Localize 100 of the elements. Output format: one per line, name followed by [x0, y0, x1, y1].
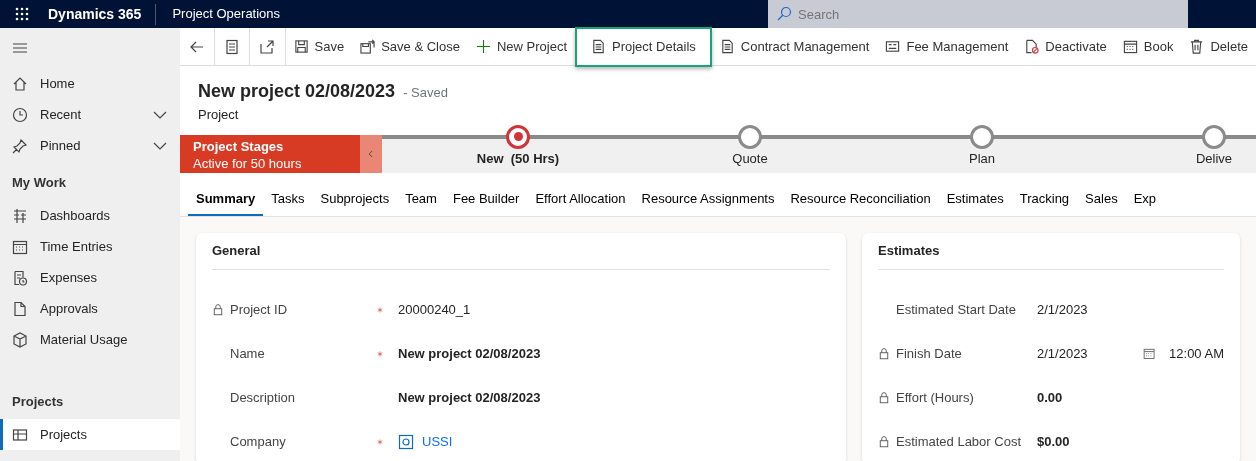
- sidebar-item[interactable]: Home: [0, 68, 180, 99]
- company-icon: [398, 433, 414, 450]
- search-field[interactable]: Search: [768, 0, 1189, 28]
- lock-icon: [878, 347, 890, 360]
- sidebar-item[interactable]: Material Usage: [0, 324, 180, 356]
- command-button[interactable]: Save: [285, 29, 353, 64]
- form-icon: [224, 38, 241, 55]
- cube-icon: [12, 332, 28, 348]
- area-name: Project Operations: [171, 5, 281, 24]
- tab[interactable]: Exp: [1125, 178, 1165, 216]
- sidebar-item[interactable]: Pinned: [0, 130, 180, 161]
- receipt-icon: [12, 270, 28, 286]
- field-label: Estimated Start Date: [895, 300, 1017, 319]
- menu-icon: [12, 40, 28, 56]
- document-icon: [719, 39, 735, 54]
- tab[interactable]: Fee Builder: [444, 178, 528, 216]
- command-button[interactable]: Delete: [1181, 29, 1256, 64]
- calendar-icon: [1122, 39, 1138, 54]
- home-icon: [12, 75, 28, 92]
- dashboard-icon: [12, 208, 28, 224]
- sidebar-item[interactable]: Time Entries: [0, 231, 180, 263]
- calendar-icon: [12, 239, 28, 255]
- required-asterisk-icon: [376, 349, 384, 358]
- trash-icon: [1189, 39, 1205, 54]
- field-value: New project 02/08/2023: [398, 388, 541, 407]
- field-label: Name: [229, 344, 266, 363]
- stage-marker[interactable]: [970, 124, 994, 149]
- sidebar-item[interactable]: Expenses: [0, 262, 180, 294]
- entity-name: Project: [198, 106, 240, 124]
- tab[interactable]: Tracking: [1011, 178, 1078, 216]
- stage-name: Plan: [969, 149, 995, 168]
- calendar-icon: [1142, 346, 1156, 361]
- waffle-menu-icon[interactable]: [14, 6, 30, 22]
- sidebar-item[interactable]: Projects: [0, 419, 180, 450]
- tab[interactable]: Resource Assignments: [633, 178, 783, 216]
- app-name: Dynamics 365: [48, 3, 157, 25]
- stage-duration: Active for 50 hours: [193, 155, 303, 173]
- plus-icon: [475, 39, 491, 54]
- tab[interactable]: Sales: [1077, 178, 1126, 216]
- deactivate-icon: [1024, 39, 1040, 54]
- command-button[interactable]: Deactivate: [1016, 29, 1115, 64]
- field-label: Company: [229, 432, 287, 451]
- sidebar-item[interactable]: Recent: [0, 99, 180, 130]
- tab[interactable]: Tasks: [263, 178, 313, 216]
- popout-icon: [259, 38, 276, 55]
- document-icon: [591, 39, 606, 54]
- table-icon: [885, 39, 901, 54]
- field-value: $0.00: [1037, 432, 1070, 451]
- field-link[interactable]: USSI: [422, 431, 453, 452]
- grid-icon: [14, 6, 30, 22]
- save-icon: [293, 39, 309, 54]
- command-button[interactable]: Contract Management: [711, 29, 878, 64]
- tab[interactable]: Subprojects: [312, 178, 398, 216]
- required-asterisk-icon: [376, 437, 384, 446]
- sidebar-item[interactable]: Approvals: [0, 293, 180, 325]
- stage-name: Delive: [1195, 149, 1233, 168]
- tab[interactable]: Team: [397, 178, 445, 216]
- stage-marker[interactable]: [1202, 124, 1226, 149]
- save-status: - Saved: [403, 84, 448, 102]
- tab[interactable]: Estimates: [938, 178, 1012, 216]
- field-label: Effort (Hours): [895, 388, 975, 407]
- command-button[interactable]: New Project: [467, 29, 575, 64]
- field-value: 2/1/2023: [1037, 300, 1088, 319]
- field-label: Project ID: [229, 300, 289, 319]
- search-icon: [776, 6, 793, 22]
- tab[interactable]: Summary: [188, 178, 264, 216]
- field-label: Estimated Labor Cost: [895, 432, 1022, 451]
- field-label: Description: [229, 388, 297, 407]
- board-icon: [12, 426, 28, 443]
- sidebar-item[interactable]: Dashboards: [0, 200, 180, 232]
- sidebar-heading: My Work: [11, 174, 67, 192]
- field-value: 2/1/2023: [1037, 344, 1088, 363]
- command-button[interactable]: Project Details: [575, 26, 712, 67]
- lock-icon: [878, 391, 890, 404]
- required-asterisk-icon: [376, 305, 384, 314]
- stage-name: Quote: [732, 149, 768, 168]
- record-title: New project 02/08/2023: [198, 80, 396, 103]
- field-label: Finish Date: [895, 344, 963, 363]
- lock-icon: [212, 303, 224, 316]
- stage-marker[interactable]: [506, 124, 530, 149]
- tab[interactable]: Resource Reconciliation: [782, 178, 939, 216]
- save-close-icon: [360, 39, 376, 54]
- section-title: Estimates: [878, 233, 1224, 270]
- clock-icon: [12, 106, 28, 123]
- field-value: 0.00: [1037, 388, 1063, 407]
- stage-marker[interactable]: [738, 124, 762, 149]
- tab[interactable]: Effort Allocation: [527, 178, 634, 216]
- command-button[interactable]: Book: [1114, 29, 1182, 64]
- time-value: 12:00 AM: [1169, 344, 1224, 363]
- stage-name: New (50 Hrs): [476, 149, 560, 168]
- command-button[interactable]: Save & Close: [352, 29, 468, 64]
- command-button[interactable]: Fee Management: [877, 29, 1017, 64]
- section-title: General: [212, 233, 830, 270]
- field-value: 20000240_1: [398, 300, 471, 319]
- document-icon: [12, 301, 28, 317]
- field-value: New project 02/08/2023: [398, 344, 541, 363]
- lock-icon: [878, 435, 890, 448]
- sidebar-heading: Projects: [11, 392, 65, 411]
- stage-title: Project Stages: [193, 137, 285, 156]
- collapse-button[interactable]: [360, 134, 382, 173]
